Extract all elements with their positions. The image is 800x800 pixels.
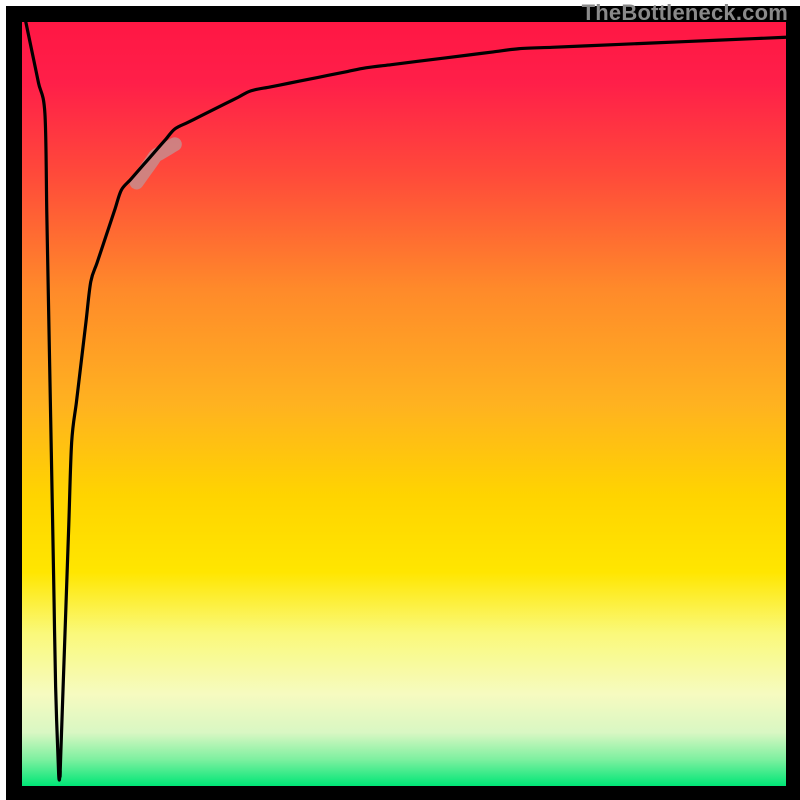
plot-background — [22, 22, 786, 786]
chart-container: TheBottleneck.com — [0, 0, 800, 800]
chart-svg — [0, 0, 800, 800]
watermark-text: TheBottleneck.com — [582, 0, 788, 26]
